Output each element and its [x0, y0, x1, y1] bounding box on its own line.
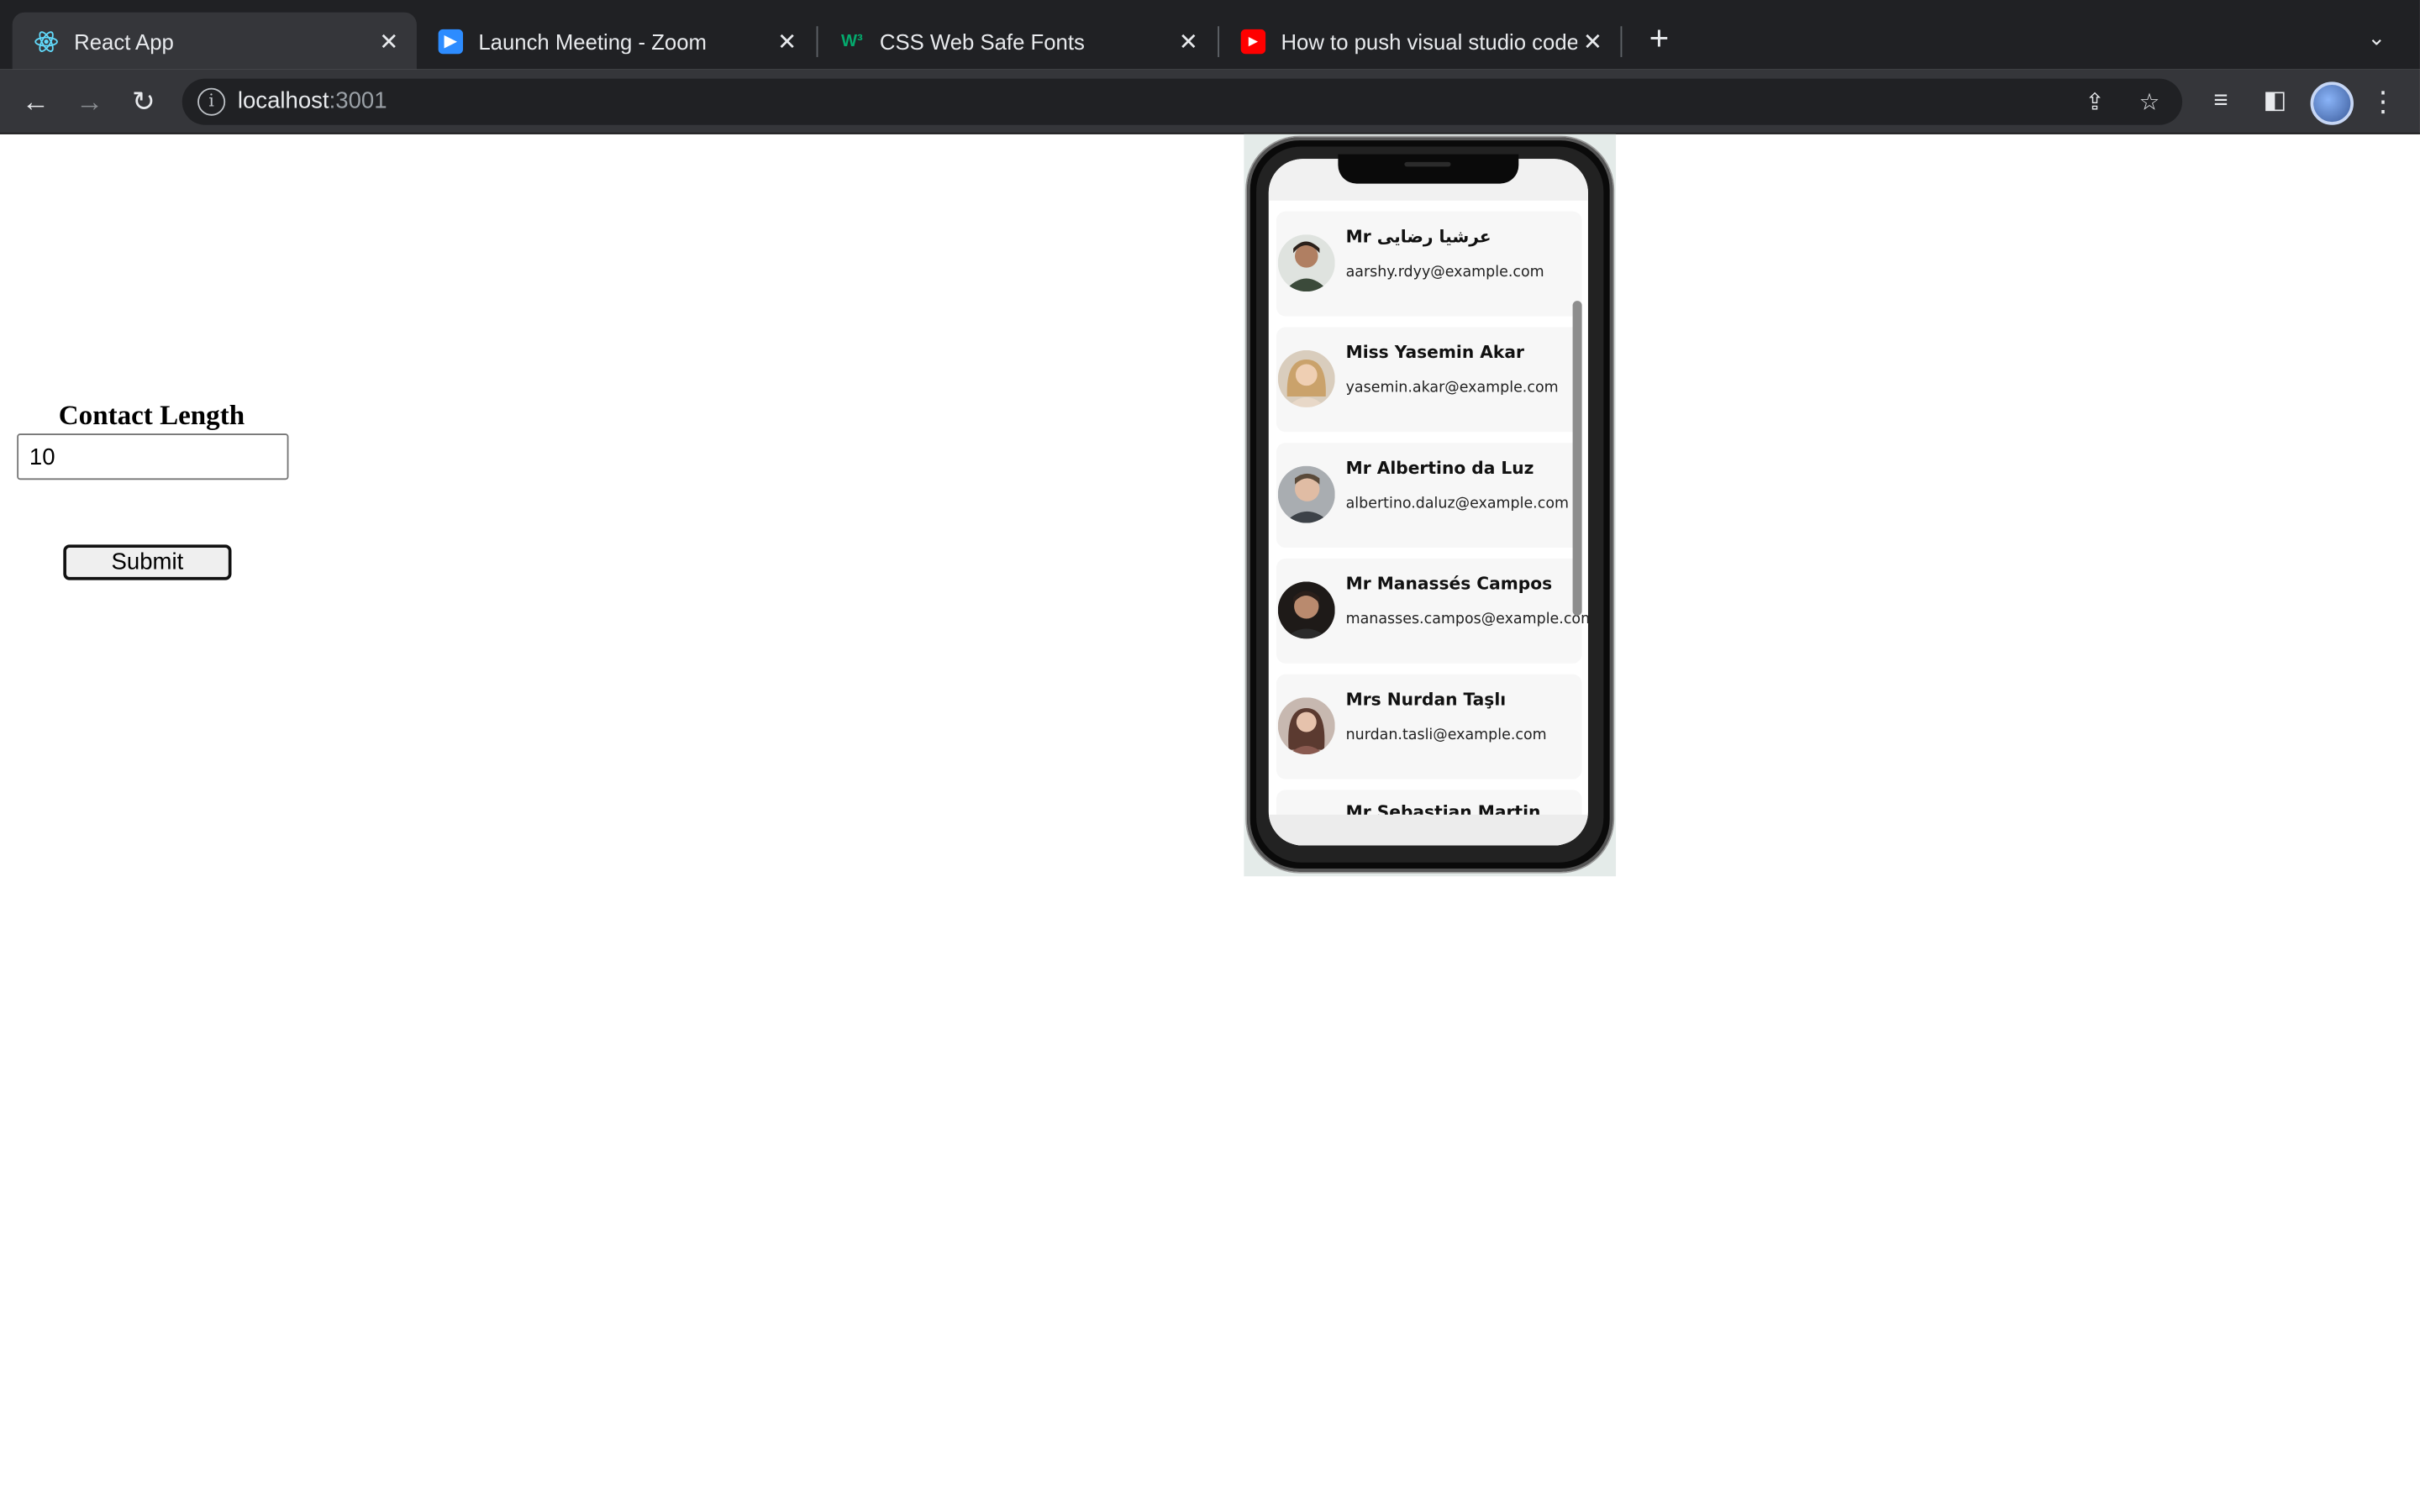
side-panel-icon[interactable]: ◧ [2254, 81, 2295, 122]
tab-title: Launch Meeting - Zoom [478, 28, 707, 54]
address-bar[interactable]: i localhost:3001 ⇪ ☆ [182, 78, 2183, 125]
contact-avatar [1277, 465, 1335, 523]
contact-card[interactable]: Mrs Nurdan Taşlı nurdan.tasli@example.co… [1276, 674, 1582, 780]
tab-react-app[interactable]: React App ✕ [12, 12, 417, 70]
tab-search-chevron-icon[interactable]: ⌄ [2367, 24, 2386, 50]
bookmark-star-icon[interactable]: ☆ [2139, 88, 2160, 116]
tab-title: React App [74, 28, 174, 54]
tab-youtube[interactable]: ▶ How to push visual studio code ✕ [1219, 13, 1621, 70]
tab-css-fonts[interactable]: W³ CSS Web Safe Fonts ✕ [818, 13, 1216, 70]
contact-email: aarshy.rdyy@example.com [1345, 264, 1544, 281]
reload-icon[interactable]: ↻ [124, 81, 164, 122]
contact-avatar [1277, 349, 1335, 407]
zoom-icon: ▶ [438, 28, 464, 54]
tab-zoom[interactable]: ▶ Launch Meeting - Zoom ✕ [417, 13, 815, 70]
contact-email: yasemin.akar@example.com [1345, 379, 1559, 397]
phone-notch [1338, 154, 1519, 184]
contact-name: Miss Yasemin Akar [1345, 342, 1524, 363]
contact-card[interactable]: Mr Manassés Campos manasses.campos@examp… [1276, 558, 1588, 664]
contact-name: Mr Albertino da Luz [1345, 458, 1534, 479]
contact-card[interactable]: Mr Albertino da Luz albertino.daluz@exam… [1276, 443, 1582, 549]
forward-arrow-icon[interactable]: → [70, 81, 110, 122]
contact-list[interactable]: Mr عرشیا رضایی aarshy.rdyy@example.com M… [1268, 159, 1588, 846]
contact-name: Mr عرشیا رضایی [1345, 226, 1491, 247]
contact-avatar [1277, 697, 1335, 755]
youtube-icon: ▶ [1240, 28, 1266, 54]
tab-title: How to push visual studio code [1281, 28, 1578, 54]
browser-toolbar: ← → ↻ i localhost:3001 ⇪ ☆ ≡ ◧ ⋮ [0, 69, 2420, 134]
profile-avatar[interactable] [2310, 81, 2354, 125]
close-tab-icon[interactable]: ✕ [1577, 27, 1608, 55]
contact-email: albertino.daluz@example.com [1345, 495, 1570, 512]
contact-length-label: Contact Length [58, 399, 245, 431]
phone-speaker [1404, 161, 1451, 167]
contact-email: manasses.campos@example.com [1345, 611, 1588, 628]
contact-name: Mr Manassés Campos [1345, 574, 1553, 595]
contact-email: nurdan.tasli@example.com [1345, 727, 1547, 744]
tab-strip: React App ✕ ▶ Launch Meeting - Zoom ✕ W³… [0, 0, 2420, 70]
close-tab-icon[interactable]: ✕ [1173, 27, 1204, 55]
back-arrow-icon[interactable]: ← [15, 81, 55, 122]
tab-title: CSS Web Safe Fonts [879, 28, 1085, 54]
w3schools-icon: W³ [840, 31, 863, 50]
list-scrollbar[interactable] [1572, 301, 1582, 616]
submit-button[interactable]: Submit [63, 544, 232, 580]
site-info-icon[interactable]: i [197, 87, 226, 116]
contact-name: Mrs Nurdan Taşlı [1345, 690, 1507, 710]
contact-avatar [1277, 234, 1335, 292]
contact-card[interactable]: Miss Yasemin Akar yasemin.akar@example.c… [1276, 327, 1582, 433]
close-tab-icon[interactable]: ✕ [373, 27, 404, 55]
contact-card[interactable]: Mr عرشیا رضایی aarshy.rdyy@example.com [1276, 211, 1582, 317]
react-icon [34, 29, 58, 53]
new-tab-icon[interactable]: + [1642, 21, 1676, 57]
share-icon[interactable]: ⇪ [2085, 88, 2104, 116]
tab-divider [1620, 26, 1623, 57]
contact-length-input[interactable] [17, 433, 289, 480]
address-url: localhost:3001 [237, 87, 387, 114]
more-menu-icon[interactable]: ⋮ [2363, 81, 2403, 122]
media-playlist-icon[interactable]: ≡ [2201, 81, 2241, 122]
contact-avatar [1277, 581, 1335, 639]
screen-bottom-bar [1268, 814, 1588, 846]
phone-screen: Mr عرشیا رضایی aarshy.rdyy@example.com M… [1268, 159, 1588, 846]
close-tab-icon[interactable]: ✕ [771, 27, 802, 55]
